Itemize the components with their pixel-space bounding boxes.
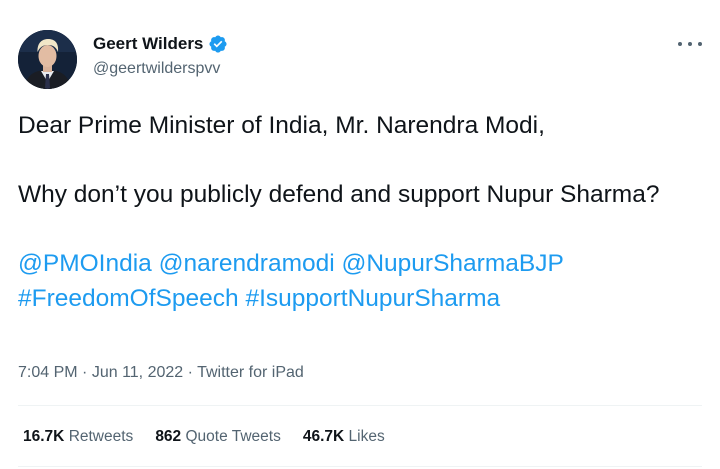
tweet-mentions-line: @PMOIndia @narendramodi @NupurSharmaBJP bbox=[18, 246, 698, 281]
quote-tweets-stat[interactable]: 862 Quote Tweets bbox=[155, 428, 281, 446]
avatar[interactable] bbox=[18, 30, 77, 89]
tweet-hashtags-line: #FreedomOfSpeech #IsupportNupurSharma bbox=[18, 281, 698, 316]
mention-link[interactable]: @narendramodi bbox=[159, 250, 335, 277]
mention-link[interactable]: @NupurSharmaBJP bbox=[341, 250, 563, 277]
retweets-count: 16.7K bbox=[23, 428, 65, 445]
likes-label: Likes bbox=[348, 428, 385, 445]
quotes-label: Quote Tweets bbox=[185, 428, 281, 445]
tweet-date[interactable]: Jun 11, 2022 bbox=[92, 364, 183, 381]
author-name-row[interactable]: Geert Wilders bbox=[93, 34, 228, 54]
dot bbox=[698, 42, 702, 46]
tweet-card: Geert Wilders @geertwilderspvv Dear Prim… bbox=[0, 0, 720, 469]
mention-link[interactable]: @PMOIndia bbox=[18, 250, 152, 277]
dot bbox=[688, 42, 692, 46]
dot bbox=[678, 42, 682, 46]
quotes-count: 862 bbox=[155, 428, 182, 445]
divider bbox=[18, 466, 702, 467]
verified-badge-icon bbox=[209, 35, 227, 53]
meta-separator: · bbox=[82, 364, 88, 381]
likes-stat[interactable]: 46.7K Likes bbox=[303, 428, 385, 446]
tweet-stats: 16.7K Retweets 862 Quote Tweets 46.7K Li… bbox=[23, 428, 385, 446]
meta-separator: · bbox=[187, 364, 193, 381]
tweet-time[interactable]: 7:04 PM bbox=[18, 364, 78, 381]
tweet-source[interactable]: Twitter for iPad bbox=[197, 364, 304, 381]
more-options-icon[interactable] bbox=[678, 36, 702, 52]
tweet-text: Dear Prime Minister of India, Mr. Narend… bbox=[18, 108, 698, 316]
hashtag-link[interactable]: #IsupportNupurSharma bbox=[245, 285, 500, 312]
tweet-line-question: Why don’t you publicly defend and suppor… bbox=[18, 181, 660, 208]
hashtag-link[interactable]: #FreedomOfSpeech bbox=[18, 285, 239, 312]
likes-count: 46.7K bbox=[302, 428, 345, 445]
author-name[interactable]: Geert Wilders bbox=[93, 34, 203, 54]
avatar-image bbox=[18, 30, 77, 89]
tweet-line-greeting: Dear Prime Minister of India, Mr. Narend… bbox=[18, 112, 545, 139]
author-handle[interactable]: @geertwilderspvv bbox=[93, 60, 220, 78]
retweets-stat[interactable]: 16.7K Retweets bbox=[23, 428, 133, 446]
tweet-meta: 7:04 PM · Jun 11, 2022 · Twitter for iPa… bbox=[18, 364, 304, 382]
retweets-label: Retweets bbox=[68, 428, 134, 445]
divider bbox=[18, 405, 702, 406]
